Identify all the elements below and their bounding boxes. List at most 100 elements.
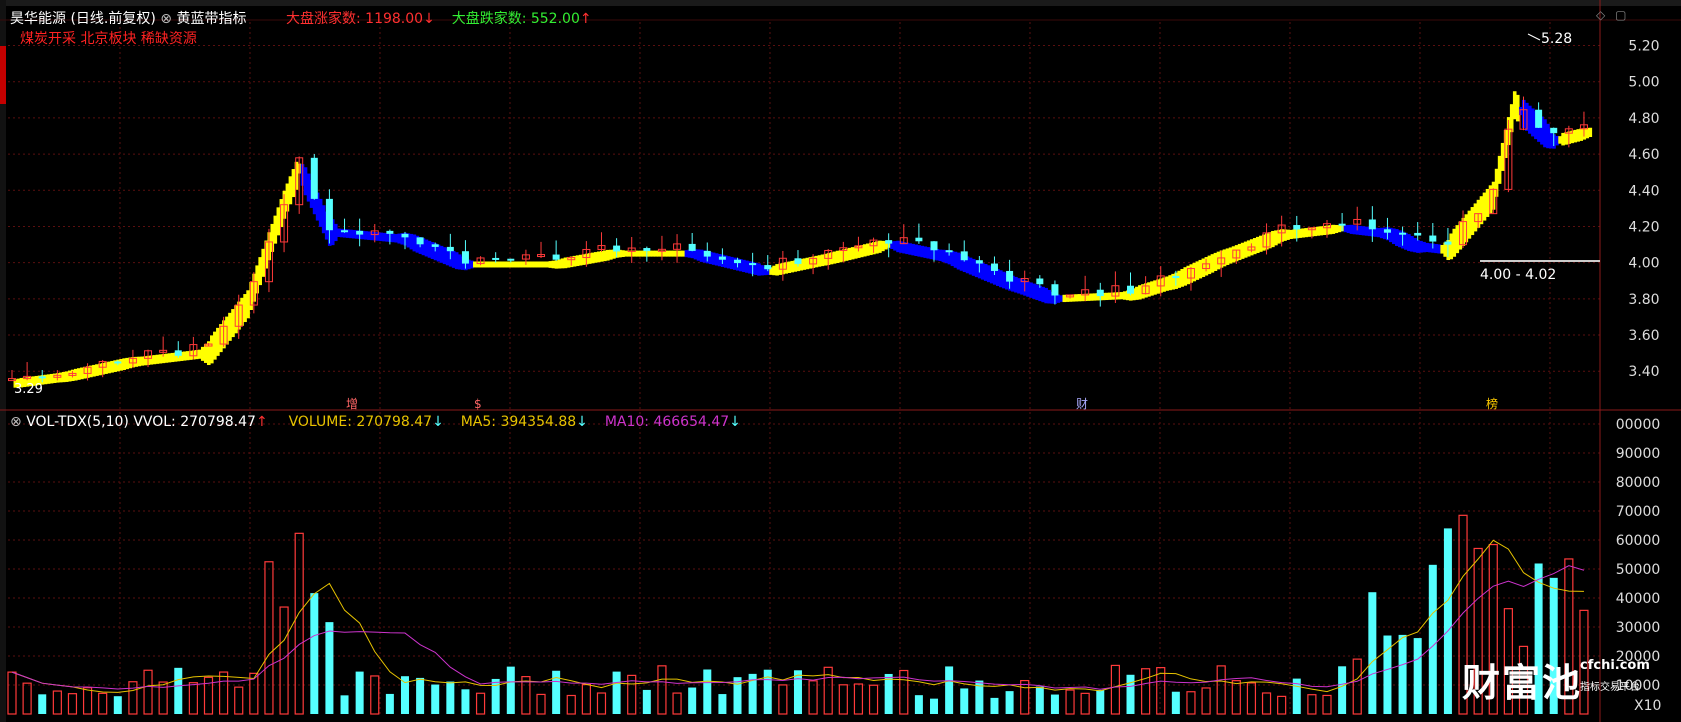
event-marker-cai[interactable]: 财 — [1076, 397, 1088, 411]
candle-body-down — [688, 243, 696, 251]
candle-body-down — [930, 241, 938, 251]
candle-body-down — [1383, 229, 1391, 233]
volume-bar-up — [219, 671, 229, 715]
volume-bar-up — [1216, 665, 1226, 715]
volume-bar-up — [128, 681, 138, 715]
ma10-arrow-icon: ↓ — [729, 414, 741, 430]
volume-bar-up — [1246, 682, 1257, 715]
volume-bar-up — [778, 684, 788, 715]
candle-body-down — [1127, 285, 1135, 294]
volume-bar-down — [1171, 691, 1180, 714]
candle-body-down — [341, 230, 349, 233]
volume-bar-down — [416, 677, 425, 714]
volume-bar-up — [1231, 680, 1241, 715]
volume-bar-up — [657, 665, 667, 715]
volume-bar-up — [1322, 694, 1332, 715]
candle-body-down — [114, 361, 122, 364]
volume-bar-up — [294, 532, 304, 715]
stock-title[interactable]: 昊华能源 (日线.前复权) — [10, 11, 156, 27]
market-down-arrow-icon: ↑ — [579, 11, 592, 27]
candle-body-down — [1429, 235, 1437, 242]
candle-body-down — [1550, 127, 1558, 134]
volume-indicator-arrow-icon: ↑ — [255, 414, 268, 430]
volume-bar-down — [733, 677, 742, 714]
stock-chart[interactable]: 4.00 - 4.02 5.28 3.29 煤炭开采 北京板块 稀缺资源 5.2… — [0, 0, 1681, 722]
volume-bar-down — [1443, 528, 1452, 714]
diamond-icon[interactable]: ◇ — [1596, 8, 1605, 22]
volume-bar-down — [1398, 634, 1407, 714]
candle-body-down — [1444, 241, 1452, 245]
candle-body-down — [461, 251, 469, 264]
event-marker-zeng[interactable]: 增 — [346, 397, 358, 411]
candle-body-down — [975, 260, 983, 264]
volume-bar-down — [340, 695, 349, 714]
volume-bar-up — [1307, 694, 1317, 715]
candle-body-down — [325, 198, 333, 231]
volume-bar-up — [838, 684, 848, 715]
volume-bar-up — [279, 606, 289, 715]
volume-bar-up — [370, 675, 380, 715]
candle-body-down — [507, 258, 515, 261]
price-tick-label: 4.60 — [1628, 147, 1659, 163]
candle-body-down — [794, 258, 802, 264]
volume-indicator-label[interactable]: VOL-TDX(5,10) VVOL: 270798.47 — [26, 414, 256, 430]
volume-bar-down — [763, 669, 772, 714]
volume-settings-icon[interactable]: ⊗ — [10, 414, 26, 430]
volume-bar-down — [703, 669, 712, 714]
close-circle-icon[interactable]: ⊗ — [160, 11, 176, 27]
candle-body-down — [885, 240, 893, 244]
volume-bar-down — [461, 689, 470, 714]
volume-bar-down — [1050, 694, 1059, 714]
volume-bar-down — [945, 666, 954, 714]
volume-tick-label: 30000 — [1616, 620, 1661, 636]
restore-icon[interactable]: ▢ — [1615, 8, 1626, 22]
watermark-brand: 财富池 — [1462, 661, 1583, 705]
volume-bar-down — [960, 688, 969, 714]
price-axis: 5.20 5.00 4.80 4.60 4.40 4.20 4.00 3.80 3.60 3.40 — [1628, 39, 1659, 381]
candle-body-down — [1172, 275, 1180, 279]
volume-bar-down — [1126, 674, 1135, 714]
volume-bar-up — [808, 680, 818, 715]
volume-bar-down — [1096, 689, 1105, 714]
volume-bar-up — [7, 671, 17, 715]
candle-body-down — [1293, 225, 1301, 230]
event-marker-bang[interactable]: 榜 — [1486, 396, 1498, 411]
volume-bar-down — [718, 694, 727, 714]
candle-body-down — [749, 263, 757, 266]
volume-bar-up — [475, 692, 486, 715]
candle-body-down — [945, 250, 953, 253]
panel-controls: ◇ ▢ — [1596, 8, 1626, 22]
volume-arrow-icon: ↓ — [432, 414, 444, 430]
volume-bar-down — [310, 593, 319, 714]
watermark-tagline: 指标交易平台 — [1580, 682, 1640, 693]
event-marker-dollar[interactable]: $ — [474, 397, 482, 411]
volume-bar-down — [612, 671, 621, 714]
volume-tick-label: 60000 — [1616, 533, 1661, 549]
candle-body-down — [703, 250, 711, 257]
volume-bar-down — [325, 622, 334, 714]
candlesticks — [8, 96, 1588, 383]
price-tick-label: 4.20 — [1628, 219, 1659, 235]
volume-bar-down — [642, 689, 651, 714]
volume-bar-up — [1186, 691, 1196, 715]
volume-bar-down — [1413, 638, 1422, 714]
price-tick-label: 4.80 — [1628, 111, 1659, 127]
volume-tick-label: 70000 — [1616, 504, 1661, 520]
volume-bar-up — [234, 686, 244, 715]
volume-bar-down — [431, 684, 440, 714]
candle-body-down — [446, 246, 454, 252]
volume-bar-down — [174, 667, 183, 714]
volume-bar-up — [264, 561, 274, 715]
volume-bar-down — [1005, 691, 1014, 714]
candle-body-down — [1535, 109, 1543, 128]
indicator-band-segment — [1588, 127, 1593, 138]
volume-bar-up — [22, 682, 32, 715]
indicator-name[interactable]: 黄蓝带指标 — [176, 11, 246, 27]
concept-tags[interactable]: 煤炭开采 北京板块 稀缺资源 — [20, 31, 197, 47]
range-label: 4.00 - 4.02 — [1480, 267, 1556, 283]
candle-body-down — [1096, 289, 1104, 297]
volume-bar-up — [1065, 689, 1075, 715]
volume-bar-down — [1035, 686, 1044, 714]
volume-bar-up — [143, 669, 153, 715]
volume-bar-down — [914, 695, 923, 714]
